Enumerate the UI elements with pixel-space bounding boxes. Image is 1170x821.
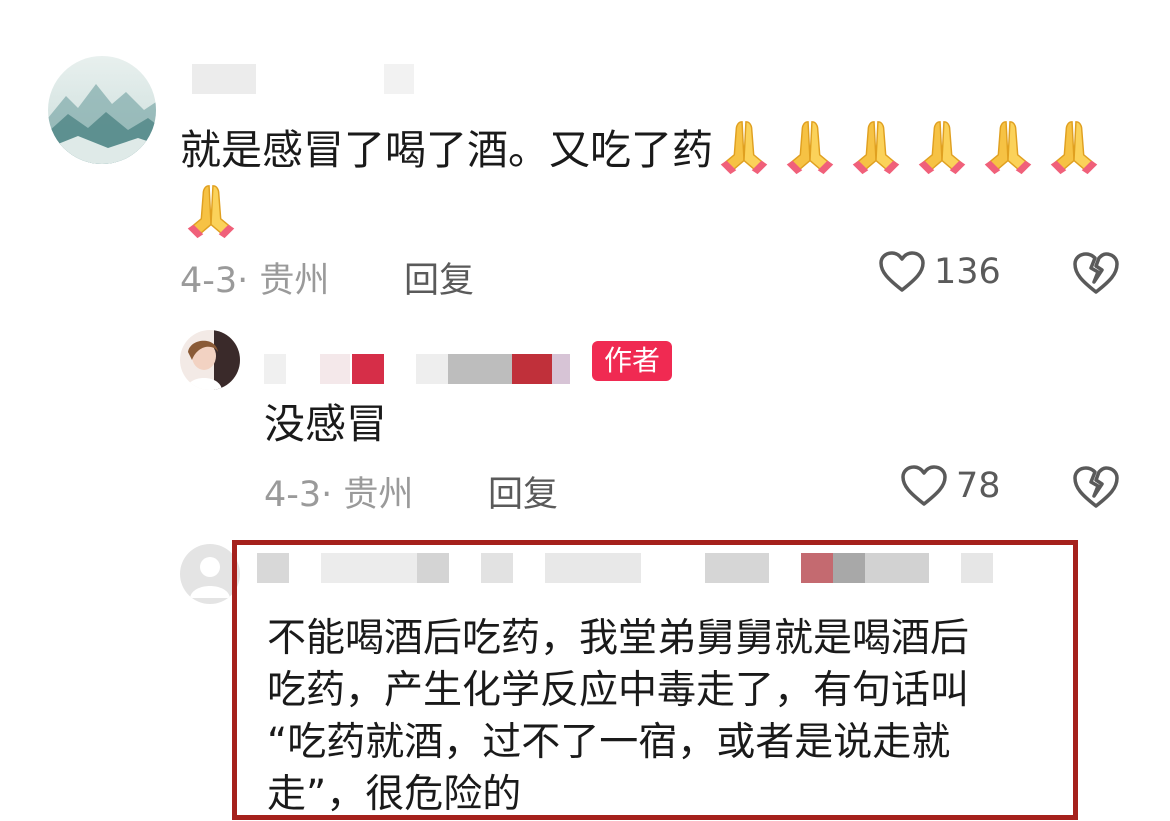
author-badge: 作者 (592, 341, 673, 381)
folded-hands-emoji-icon (845, 116, 907, 178)
reply-button[interactable]: 回复 (488, 466, 558, 517)
comment-date-location: 4-3· 贵州 (180, 261, 330, 301)
username-redacted (320, 354, 350, 384)
like-button[interactable]: 136 (878, 250, 1001, 294)
folded-hands-emoji-icon (911, 116, 973, 178)
username-redacted (321, 553, 417, 583)
like-button[interactable]: 78 (900, 464, 1001, 508)
username-redacted (865, 553, 929, 583)
heart-icon (901, 465, 947, 506)
username-redacted (961, 553, 993, 583)
username-redacted (417, 553, 449, 583)
username-redacted (192, 64, 256, 94)
username-redacted (264, 354, 286, 384)
username-redacted (705, 553, 769, 583)
highlight-box: 不能喝酒后吃药，我堂弟舅舅就是喝酒后 吃药，产生化学反应中毒走了，有句话叫 “吃… (232, 540, 1078, 820)
comment-text: 没感冒 (264, 400, 387, 448)
like-count: 136 (934, 252, 1001, 292)
comment-line: 吃药，产生化学反应中毒走了，有句话叫 (267, 668, 970, 713)
heart-icon (879, 251, 925, 292)
username-redacted (552, 354, 570, 384)
dislike-button[interactable] (1072, 250, 1120, 300)
username-redacted (833, 553, 865, 583)
username-redacted (352, 354, 384, 384)
author-avatar[interactable] (180, 330, 240, 390)
folded-hands-emoji-icon (713, 116, 775, 178)
dislike-button[interactable] (1072, 464, 1120, 514)
comment-line: 走”，很危险的 (267, 772, 522, 817)
reply-button[interactable]: 回复 (404, 252, 474, 303)
like-count: 78 (956, 466, 1001, 506)
username-redacted (257, 553, 289, 583)
username-redacted (448, 354, 512, 384)
folded-hands-emoji-icon (779, 116, 841, 178)
default-avatar-icon[interactable] (180, 544, 240, 604)
broken-heart-icon (1073, 466, 1119, 508)
folded-hands-emoji-icon (180, 180, 242, 242)
comment-text: 就是感冒了喝了酒。又吃了药 (180, 116, 1140, 244)
comment-line: 不能喝酒后吃药，我堂弟舅舅就是喝酒后 (267, 616, 970, 661)
comment-line: “吃药就酒，过不了一宿，或者是说走就 (267, 720, 951, 765)
username-redacted (512, 354, 552, 384)
folded-hands-emoji-icon (977, 116, 1039, 178)
broken-heart-icon (1073, 252, 1119, 294)
folded-hands-emoji-icon (1043, 116, 1105, 178)
username-redacted (416, 354, 448, 384)
comment-text: 不能喝酒后吃药，我堂弟舅舅就是喝酒后 吃药，产生化学反应中毒走了，有句话叫 “吃… (267, 613, 1079, 821)
avatar[interactable] (48, 56, 156, 164)
username-redacted (384, 64, 414, 94)
username-redacted (545, 553, 641, 583)
username-redacted (481, 553, 513, 583)
comment-date-location: 4-3· 贵州 (264, 475, 414, 515)
username-redacted (801, 553, 833, 583)
